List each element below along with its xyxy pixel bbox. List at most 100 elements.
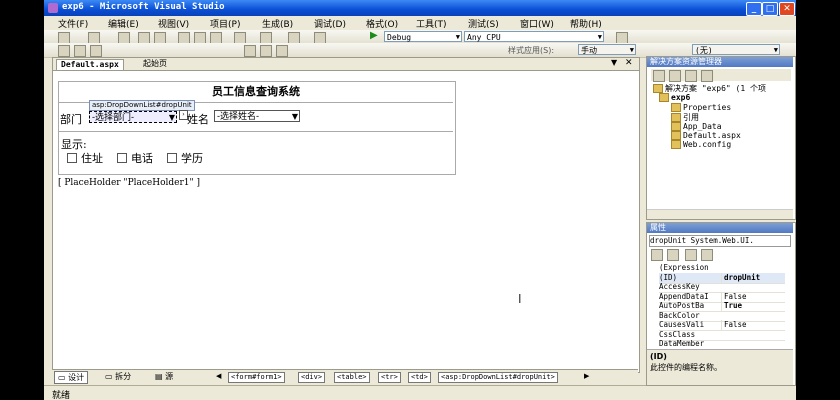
tree-default-aspx[interactable]: Default.aspx bbox=[671, 131, 741, 140]
minimize-button[interactable]: _ bbox=[746, 2, 762, 16]
menu-edit[interactable]: 编辑(E) bbox=[108, 17, 139, 30]
property-name: DataMember bbox=[659, 339, 705, 348]
layout-icon[interactable] bbox=[58, 45, 70, 57]
view-design-button[interactable]: ▭ 设计 bbox=[54, 371, 89, 384]
vs-app-icon bbox=[48, 3, 58, 13]
address-label: 住址 bbox=[81, 152, 103, 165]
menu-project[interactable]: 项目(P) bbox=[210, 17, 240, 30]
description-title: (ID) bbox=[650, 352, 667, 361]
crumb-td[interactable]: <td> bbox=[408, 372, 431, 383]
crumb-table[interactable]: <table> bbox=[334, 372, 370, 383]
crumb-div[interactable]: <div> bbox=[298, 372, 326, 383]
property-name: CausesVali bbox=[659, 320, 705, 329]
maximize-button[interactable]: □ bbox=[762, 2, 778, 16]
menu-help[interactable]: 帮助(H) bbox=[570, 17, 602, 30]
close-button[interactable]: ✕ bbox=[779, 2, 795, 16]
properties-header: 属性 bbox=[647, 223, 793, 233]
name-dropdown[interactable]: -选择姓名- ▼ bbox=[214, 110, 300, 122]
phone-label: 电话 bbox=[131, 152, 153, 165]
property-name: AppendDataI bbox=[659, 291, 709, 301]
crumb-dropdownlist[interactable]: <asp:DropDownList#dropUnit> bbox=[438, 372, 558, 383]
tab-start-page[interactable]: 起始页 bbox=[139, 59, 171, 69]
property-name: AutoPostBa bbox=[659, 301, 705, 310]
view-split-button[interactable]: ▭ 拆分 bbox=[102, 371, 134, 382]
form-table[interactable]: 员工信息查询系统 部门 asp:DropDownList#dropUnit -选… bbox=[58, 81, 456, 175]
breadcrumb-left-icon[interactable]: ◀ bbox=[216, 372, 221, 380]
alphabetical-icon[interactable] bbox=[667, 249, 679, 261]
document-window: Default.aspx 起始页 ▼ ✕ 员工信息查询系统 部门 asp:Dro… bbox=[52, 57, 640, 373]
property-description: (ID) 此控件的编程名称。 bbox=[647, 349, 793, 385]
menu-bar: 文件(F) 编辑(E) 视图(V) 项目(P) 生成(B) 调试(D) 格式(O… bbox=[44, 16, 796, 30]
close-doc-icon[interactable]: ✕ bbox=[625, 58, 633, 68]
properties-icon[interactable] bbox=[653, 70, 665, 82]
property-value[interactable]: True bbox=[721, 301, 788, 311]
tab-list-icon[interactable]: ▼ bbox=[611, 58, 617, 67]
description-text: 此控件的编程名称。 bbox=[650, 363, 722, 372]
status-bar: 就绪 bbox=[44, 385, 796, 400]
properties-object-select[interactable]: dropUnit System.Web.UI. bbox=[649, 235, 791, 247]
title-bar: exp6 - Microsoft Visual Studio _ □ ✕ bbox=[44, 0, 796, 16]
categorized-icon[interactable] bbox=[651, 249, 663, 261]
start-debug-icon[interactable]: ▶ bbox=[370, 30, 378, 41]
property-name: BackColor bbox=[659, 310, 700, 320]
tree-properties[interactable]: Properties bbox=[671, 103, 731, 112]
position-icon[interactable] bbox=[90, 45, 102, 57]
properties-panel: 属性 dropUnit System.Web.UI. (Expression (I… bbox=[646, 222, 796, 386]
window-title: exp6 - Microsoft Visual Studio bbox=[62, 2, 225, 12]
menu-format[interactable]: 格式(O) bbox=[366, 17, 398, 30]
style-mode-select[interactable]: 手动 ▼ bbox=[578, 44, 636, 55]
breadcrumb-right-icon[interactable]: ▶ bbox=[584, 372, 589, 380]
placeholder-control[interactable]: [ PlaceHolder "PlaceHolder1" ] bbox=[58, 178, 200, 188]
solution-explorer: 解决方案资源管理器 解决方案 "exp6" (1 个项 exp6 Propert… bbox=[646, 56, 796, 220]
solution-explorer-header: 解决方案资源管理器 bbox=[647, 57, 793, 67]
property-value[interactable]: False bbox=[721, 291, 788, 302]
solution-hscrollbar[interactable] bbox=[647, 209, 793, 219]
tab-default-aspx[interactable]: Default.aspx bbox=[56, 59, 124, 70]
name-label: 姓名 bbox=[187, 113, 209, 126]
design-surface[interactable]: 员工信息查询系统 部门 asp:DropDownList#dropUnit -选… bbox=[53, 71, 639, 371]
menu-tools[interactable]: 工具(T) bbox=[416, 17, 447, 30]
config-select[interactable]: Debug ▼ bbox=[384, 31, 462, 42]
refresh-icon[interactable] bbox=[669, 70, 681, 82]
menu-test[interactable]: 测试(S) bbox=[468, 17, 499, 30]
menu-build[interactable]: 生成(B) bbox=[262, 17, 293, 30]
bold-icon[interactable] bbox=[244, 45, 256, 57]
target-rule-select[interactable]: (无) ▼ bbox=[692, 44, 780, 55]
events-icon[interactable] bbox=[701, 249, 713, 261]
underline-icon[interactable] bbox=[276, 45, 288, 57]
platform-select[interactable]: Any CPU ▼ bbox=[464, 31, 604, 42]
tree-app-data[interactable]: App_Data bbox=[671, 122, 722, 131]
crumb-tr[interactable]: <tr> bbox=[378, 372, 401, 383]
education-checkbox[interactable] bbox=[167, 153, 177, 163]
address-checkbox[interactable] bbox=[67, 153, 77, 163]
dept-label: 部门 bbox=[60, 113, 82, 126]
filter-row[interactable]: 部门 asp:DropDownList#dropUnit -选择部门- ▼ › 姓… bbox=[59, 100, 453, 132]
education-label: 学历 bbox=[181, 152, 203, 165]
show-all-icon[interactable] bbox=[685, 70, 697, 82]
menu-window[interactable]: 窗口(W) bbox=[520, 17, 554, 30]
view-source-button[interactable]: ▤ 源 bbox=[152, 371, 176, 382]
italic-icon[interactable] bbox=[260, 45, 272, 57]
status-text: 就绪 bbox=[52, 391, 71, 400]
menu-debug[interactable]: 调试(D) bbox=[314, 17, 346, 30]
tree-project[interactable]: exp6 bbox=[659, 93, 690, 102]
text-cursor-icon: I bbox=[518, 292, 522, 306]
menu-file[interactable]: 文件(F) bbox=[58, 17, 88, 30]
property-name: AccessKey bbox=[659, 282, 700, 291]
style-apply-label: 样式应用(S): bbox=[508, 46, 555, 55]
crumb-form[interactable]: <form#form1> bbox=[228, 372, 285, 383]
dept-dropdown[interactable]: -选择部门- ▼ bbox=[89, 111, 177, 123]
view-code-icon[interactable] bbox=[701, 70, 713, 82]
align-icon[interactable] bbox=[74, 45, 86, 57]
doc-tab-row: Default.aspx 起始页 ▼ ✕ bbox=[53, 58, 639, 71]
tree-web-config[interactable]: Web.config bbox=[671, 140, 731, 149]
menu-view[interactable]: 视图(V) bbox=[158, 17, 189, 30]
property-name: CssClass bbox=[659, 329, 696, 339]
properties-tab-icon[interactable] bbox=[685, 249, 697, 261]
property-value[interactable]: False bbox=[721, 320, 788, 330]
property-value[interactable]: dropUnit bbox=[721, 272, 788, 283]
display-row[interactable]: 显示: 住址 电话 学历 bbox=[59, 132, 453, 174]
phone-checkbox[interactable] bbox=[117, 153, 127, 163]
view-bar: ▭ 设计 ▭ 拆分 ▤ 源 ◀ <form#form1> <div> <tabl… bbox=[52, 369, 638, 384]
property-name: (ID) bbox=[659, 272, 678, 282]
